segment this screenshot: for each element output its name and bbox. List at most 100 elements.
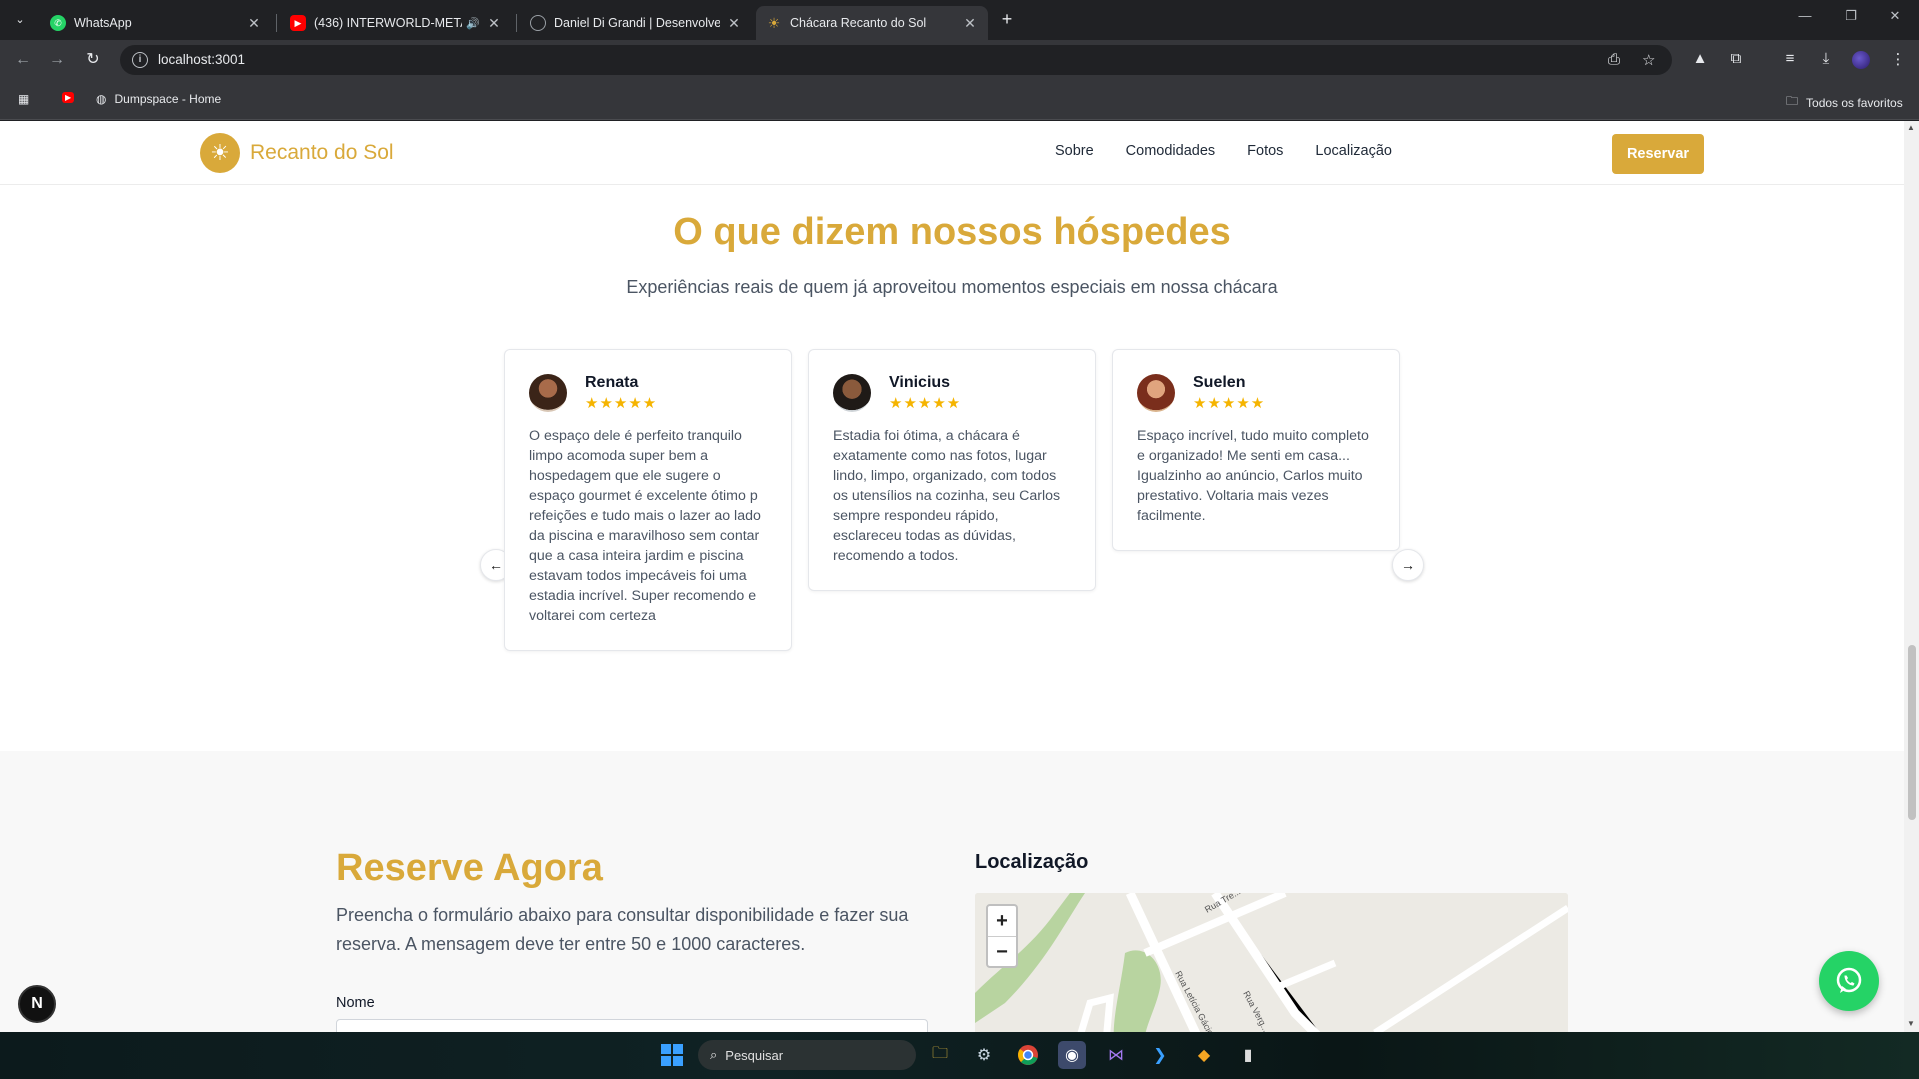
location-title: Localização <box>975 851 1089 873</box>
os-taskbar: ⌕ Pesquisar 🗀 ⚙ ◉ ⋈ ❯ ◆ ▮ <box>0 1032 1919 1079</box>
new-tab-button[interactable]: + <box>996 8 1018 30</box>
carousel-next-button[interactable]: → <box>1392 549 1424 581</box>
testimonials-title: O que dizem nossos hóspedes <box>673 211 1231 253</box>
tab-whatsapp[interactable]: ✆ WhatsApp ✕ <box>40 6 272 40</box>
avatar <box>833 374 871 412</box>
bookmark-dumpspace[interactable]: ◍ Dumpspace - Home <box>96 92 221 106</box>
profile-avatar[interactable] <box>1852 51 1870 69</box>
vscode-icon[interactable]: ❯ <box>1146 1041 1174 1069</box>
name-input[interactable] <box>336 1019 928 1032</box>
forward-icon[interactable]: → <box>46 49 68 71</box>
tab-title: Chácara Recanto do Sol <box>790 16 927 30</box>
review-text: Espaço incrível, tudo muito completo e o… <box>1137 428 1369 524</box>
youtube-icon: ▶ <box>290 15 306 31</box>
close-icon[interactable]: ✕ <box>726 15 742 32</box>
close-icon[interactable]: ✕ <box>246 15 262 32</box>
name-label: Nome <box>336 995 375 1011</box>
steam-icon[interactable]: ⚙ <box>970 1041 998 1069</box>
site-header: ☀ Recanto do Sol Sobre Comodidades Fotos… <box>0 121 1904 185</box>
site-info-icon[interactable]: i <box>132 52 148 68</box>
site-logo[interactable]: ☀ Recanto do Sol <box>200 133 394 173</box>
windows-start-icon[interactable] <box>658 1041 686 1069</box>
close-icon[interactable]: ✕ <box>486 15 502 32</box>
nav-link-sobre[interactable]: Sobre <box>1055 143 1094 159</box>
testimonial-card: Suelen ★★★★★ Espaço incrível, tudo muito… <box>1112 349 1400 551</box>
bookmark-label: Dumpspace - Home <box>114 92 222 106</box>
reviewer-name: Vinicius <box>889 374 951 391</box>
youtube-icon: ▶ <box>62 92 75 103</box>
chrome-icon[interactable] <box>1014 1041 1042 1069</box>
review-text: O espaço dele é perfeito tranquilo limpo… <box>529 428 761 624</box>
speaker-icon[interactable]: 🔊 <box>466 17 480 30</box>
whatsapp-icon: ✆ <box>50 15 66 31</box>
location-map[interactable]: Rua Tre... Rua Letícia Gácio Rua Verg...… <box>975 893 1568 1032</box>
browser-menu-icon[interactable]: ⋮ <box>1888 50 1908 68</box>
tab-recanto-do-sol[interactable]: ☀ Chácara Recanto do Sol ✕ <box>756 6 988 40</box>
install-app-icon[interactable]: ⎙ <box>1608 51 1620 68</box>
all-bookmarks-folder[interactable]: 🗀 Todos os favoritos <box>1786 92 1903 113</box>
scrollbar-thumb[interactable] <box>1908 645 1916 820</box>
avatar <box>529 374 567 412</box>
terminal-app-icon[interactable]: ▮ <box>1234 1041 1262 1069</box>
nav-link-fotos[interactable]: Fotos <box>1247 143 1283 159</box>
map-tiles: Rua Tre... Rua Letícia Gácio Rua Verg... <box>975 893 1568 1032</box>
star-rating: ★★★★★ <box>1193 395 1266 412</box>
browser-tab-bar: ⌄ ✆ WhatsApp ✕ ▶ (436) INTERWORLD-METAMO… <box>0 0 1919 40</box>
tab-youtube[interactable]: ▶ (436) INTERWORLD-METAMO 🔊 ✕ <box>280 6 512 40</box>
page-scrollbar[interactable]: ▲ ▼ <box>1904 121 1919 1032</box>
star-rating: ★★★★★ <box>585 395 658 412</box>
browser-toolbar: ← → ↻ i localhost:3001 ⎙ ☆ ▲ ⧉ ≡ ⤓ ⋮ <box>0 40 1919 80</box>
reservation-description: Preencha o formulário abaixo para consul… <box>336 905 909 954</box>
whatsapp-icon <box>1836 967 1862 993</box>
nav-link-localizacao[interactable]: Localização <box>1315 143 1392 159</box>
address-bar[interactable]: i localhost:3001 ⎙ ☆ <box>120 45 1672 75</box>
file-explorer-icon[interactable]: 🗀 <box>926 1041 954 1069</box>
folder-icon: 🗀 <box>1786 94 1799 108</box>
reviewer-name: Suelen <box>1193 374 1246 391</box>
reservation-section: Reserve Agora Preencha o formulário abai… <box>0 751 1904 1032</box>
review-text: Estadia foi ótima, a chácara é exatament… <box>833 428 1061 564</box>
tab-title: (436) INTERWORLD-METAMO <box>314 16 462 30</box>
zoom-in-button[interactable]: + <box>988 906 1016 936</box>
all-favorites-label: Todos os favoritos <box>1806 95 1903 110</box>
extension-triangle-icon[interactable]: ▲ <box>1690 50 1710 67</box>
sun-icon: ☀ <box>200 133 240 173</box>
reserve-button[interactable]: Reservar <box>1612 134 1704 174</box>
discord-icon[interactable]: ◉ <box>1058 1041 1086 1069</box>
page-viewport: ☀ Recanto do Sol Sobre Comodidades Fotos… <box>0 121 1904 1032</box>
taskbar-search-placeholder: Pesquisar <box>725 1047 784 1063</box>
testimonial-card: Renata ★★★★★ O espaço dele é perfeito tr… <box>504 349 792 651</box>
media-control-icon[interactable]: ≡ <box>1780 50 1800 67</box>
close-icon[interactable]: ✕ <box>962 15 978 32</box>
back-icon[interactable]: ← <box>12 49 34 71</box>
brand-name: Recanto do Sol <box>250 141 394 164</box>
tab-search-button[interactable]: ⌄ <box>8 9 32 31</box>
bookmarks-bar: ▦ ▶ ◍ Dumpspace - Home 🗀 Todos os favori… <box>0 80 1919 120</box>
close-window-icon[interactable]: ✕ <box>1880 8 1910 24</box>
tab-title: Daniel Di Grandi | Desenvolvedo <box>554 16 720 30</box>
restore-icon[interactable]: ❐ <box>1836 8 1866 24</box>
testimonials-subtitle: Experiências reais de quem já aproveitou… <box>626 277 1278 297</box>
bookmark-youtube[interactable]: ▶ <box>62 92 82 103</box>
reload-icon[interactable]: ↻ <box>82 49 104 71</box>
git-icon[interactable]: ◆ <box>1190 1041 1218 1069</box>
url-text[interactable]: localhost:3001 <box>158 52 245 67</box>
extensions-puzzle-icon[interactable]: ⧉ <box>1726 50 1746 67</box>
bookmark-star-icon[interactable]: ☆ <box>1642 51 1655 69</box>
downloads-icon[interactable]: ⤓ <box>1816 50 1836 67</box>
zoom-out-button[interactable]: − <box>988 936 1016 966</box>
visual-studio-icon[interactable]: ⋈ <box>1102 1041 1130 1069</box>
star-rating: ★★★★★ <box>889 395 962 412</box>
tab-portfolio[interactable]: Daniel Di Grandi | Desenvolvedo ✕ <box>520 6 752 40</box>
nextjs-dev-badge[interactable]: N <box>18 985 56 1023</box>
avatar <box>1137 374 1175 412</box>
nav-link-comodidades[interactable]: Comodidades <box>1126 143 1215 159</box>
search-icon: ⌕ <box>710 1047 718 1062</box>
map-zoom-control: + − <box>986 904 1018 968</box>
whatsapp-floating-button[interactable] <box>1819 951 1879 1011</box>
testimonials-section: O que dizem nossos hóspedes Experiências… <box>0 185 1904 751</box>
minimize-icon[interactable]: — <box>1790 8 1820 23</box>
testimonial-card: Vinicius ★★★★★ Estadia foi ótima, a chác… <box>808 349 1096 591</box>
taskbar-search[interactable]: ⌕ Pesquisar <box>698 1040 916 1070</box>
apps-grid-icon[interactable]: ▦ <box>18 92 29 106</box>
